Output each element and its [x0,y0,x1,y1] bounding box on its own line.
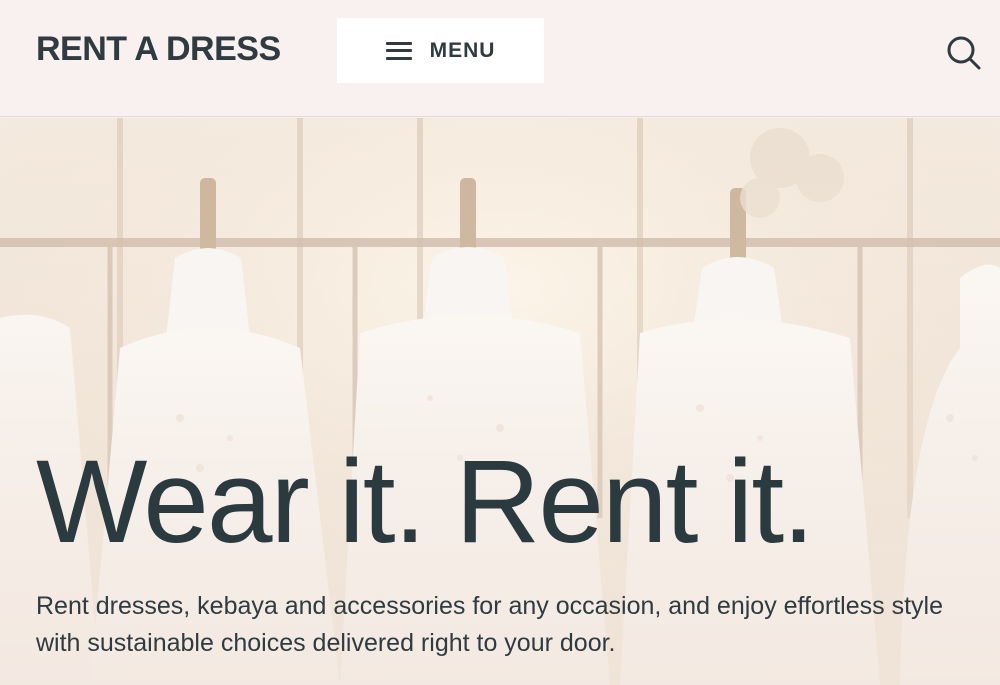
hero-description: Rent dresses, kebaya and accessories for… [36,592,943,657]
site-logo[interactable]: RENT A DRESS [36,30,281,69]
menu-label: MENU [429,38,496,62]
menu-button[interactable]: MENU [337,18,544,83]
hero-section: Wear it. Rent it. Rent dresses, kebaya a… [0,118,1000,685]
search-icon [947,36,981,70]
hero-title: Wear it. Rent it. [36,436,815,568]
search-button[interactable] [942,31,984,73]
hamburger-icon [385,41,412,60]
site-header: RENT A DRESS MENU [0,0,1000,117]
